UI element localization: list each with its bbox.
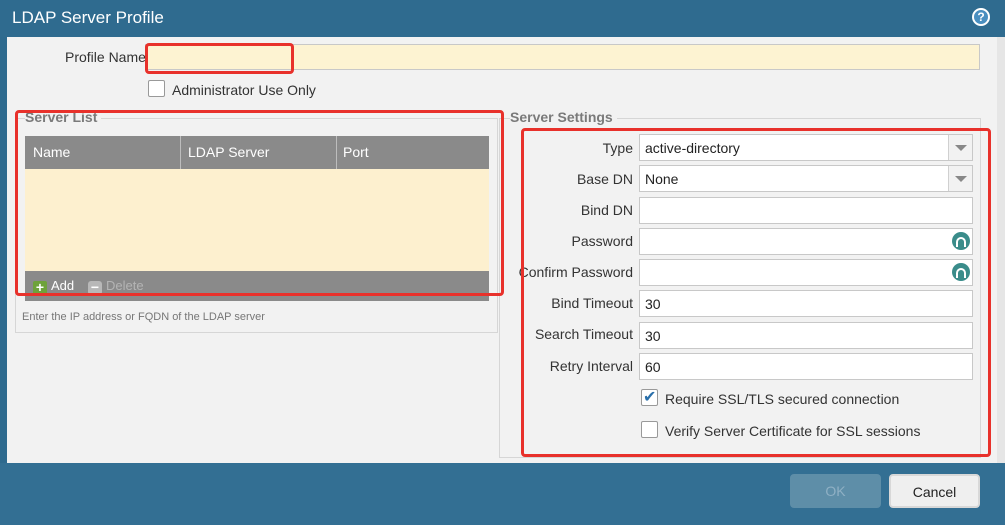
show-password-icon[interactable] [952, 232, 970, 250]
column-header-name[interactable]: Name [33, 144, 70, 160]
column-header-port[interactable]: Port [343, 144, 369, 160]
show-confirm-password-icon[interactable] [952, 263, 970, 281]
verify-certificate-label: Verify Server Certificate for SSL sessio… [665, 423, 921, 439]
bind-dn-label: Bind DN [580, 202, 633, 218]
server-settings-title: Server Settings [510, 109, 617, 125]
require-ssl-label: Require SSL/TLS secured connection [665, 391, 900, 407]
confirm-password-input[interactable] [639, 259, 973, 286]
base-dn-label: Base DN [576, 171, 633, 187]
plus-icon: + [33, 280, 47, 295]
profile-name-input[interactable] [145, 44, 980, 70]
type-select-value: active-directory [645, 140, 740, 156]
dialog-titlebar: LDAP Server Profile ? [0, 0, 1005, 37]
column-header-ldap-server[interactable]: LDAP Server [188, 144, 269, 160]
delete-server-button[interactable]: − Delete [88, 278, 144, 295]
server-list-title: Server List [25, 109, 102, 125]
password-label: Password [571, 233, 633, 249]
server-list-hint: Enter the IP address or FQDN of the LDAP… [22, 311, 265, 323]
retry-interval-input[interactable] [639, 353, 973, 380]
minus-icon: − [88, 280, 102, 295]
retry-interval-label: Retry Interval [549, 358, 633, 374]
question-icon[interactable]: ? [972, 8, 990, 26]
administrator-use-only-label: Administrator Use Only [172, 82, 316, 98]
vertical-scrollbar[interactable] [997, 37, 1005, 463]
administrator-use-only-checkbox[interactable] [148, 80, 165, 97]
chevron-down-icon[interactable] [948, 135, 972, 160]
server-list-toolbar: + Add − Delete [25, 271, 489, 301]
bind-dn-input[interactable] [639, 197, 973, 224]
confirm-password-label: Confirm Password [518, 264, 633, 280]
ok-button[interactable]: OK [790, 474, 881, 508]
search-timeout-input[interactable] [639, 322, 973, 349]
type-select[interactable]: active-directory [639, 134, 973, 161]
type-label: Type [602, 140, 633, 156]
cancel-button[interactable]: Cancel [889, 474, 980, 508]
verify-certificate-checkbox[interactable] [641, 421, 658, 438]
dialog-content: Profile Name Administrator Use Only Serv… [7, 37, 997, 463]
server-list-body[interactable] [25, 169, 489, 271]
add-server-button[interactable]: + Add [33, 278, 74, 295]
password-input[interactable] [639, 228, 973, 255]
require-ssl-checkbox[interactable] [641, 387, 658, 407]
base-dn-select[interactable]: None [639, 165, 973, 192]
base-dn-select-value: None [645, 171, 679, 187]
bind-timeout-label: Bind Timeout [551, 295, 633, 311]
chevron-down-icon[interactable] [948, 166, 972, 191]
bind-timeout-input[interactable] [639, 290, 973, 317]
dialog-title: LDAP Server Profile [12, 8, 164, 27]
search-timeout-label: Search Timeout [534, 326, 633, 342]
server-list-header: Name LDAP Server Port [25, 136, 489, 169]
profile-name-label: Profile Name [65, 49, 146, 65]
